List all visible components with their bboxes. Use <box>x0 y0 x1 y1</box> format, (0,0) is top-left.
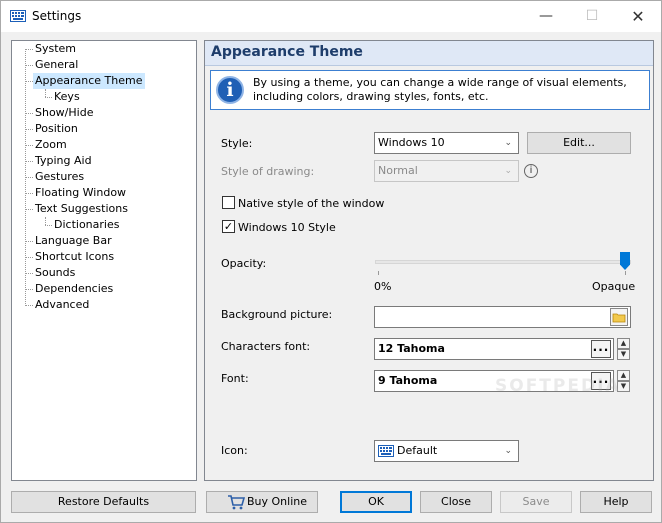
tree-connector <box>25 49 33 50</box>
opacity-max-label: Opaque <box>592 280 636 293</box>
spin-up-icon[interactable]: ▲ <box>617 338 630 349</box>
characters-font-field[interactable]: 12 Tahoma ... <box>374 338 614 360</box>
appearance-theme-panel: Appearance Theme i By using a theme, you… <box>204 40 654 481</box>
tree-connector <box>25 161 33 162</box>
minimize-button[interactable]: — <box>523 1 569 32</box>
restore-defaults-button[interactable]: Restore Defaults <box>11 491 196 513</box>
edit-button[interactable]: Edit... <box>527 132 631 154</box>
tree-item-position[interactable]: Position <box>33 121 80 137</box>
windows10-style-label: Windows 10 Style <box>238 221 336 234</box>
chevron-down-icon: ⌄ <box>504 446 512 456</box>
tree-item-gestures[interactable]: Gestures <box>33 169 86 185</box>
icon-select-value: Default <box>397 444 438 457</box>
panel-header: Appearance Theme <box>205 41 653 66</box>
characters-font-value: 12 Tahoma <box>378 342 445 355</box>
close-button[interactable]: Close <box>420 491 492 513</box>
maximize-button[interactable]: ☐ <box>569 1 615 32</box>
tree-connector <box>45 97 52 98</box>
tree-connector <box>25 257 33 258</box>
tree-item-text-suggestions[interactable]: Text Suggestions <box>33 201 130 217</box>
tree-item-dependencies[interactable]: Dependencies <box>33 281 115 297</box>
tree-item-advanced[interactable]: Advanced <box>33 297 91 313</box>
tree-connector <box>45 89 46 97</box>
keyboard-icon <box>10 10 26 22</box>
window-title: Settings <box>32 9 82 23</box>
tree-connector <box>25 193 33 194</box>
background-picture-field[interactable] <box>374 306 631 328</box>
opacity-slider-track[interactable] <box>375 260 631 264</box>
background-picture-label: Background picture: <box>221 308 333 321</box>
tree-item-shortcut-icons[interactable]: Shortcut Icons <box>33 249 116 265</box>
characters-font-browse-button[interactable]: ... <box>591 340 611 358</box>
tree-connector <box>25 273 33 274</box>
tree-connector <box>45 225 52 226</box>
icon-select[interactable]: Default ⌄ <box>374 440 519 462</box>
style-label: Style: <box>221 137 253 150</box>
characters-font-label: Characters font: <box>221 340 311 353</box>
tree-connector <box>25 145 33 146</box>
settings-window: Settings — ☐ ✕ System General Appearance… <box>0 0 662 523</box>
drawing-style-label: Style of drawing: <box>221 165 315 178</box>
tree-item-general[interactable]: General <box>33 57 80 73</box>
info-box: i By using a theme, you can change a wid… <box>210 70 650 110</box>
tree-connector <box>25 305 33 306</box>
icon-label: Icon: <box>221 444 248 457</box>
tree-item-zoom[interactable]: Zoom <box>33 137 69 153</box>
tree-connector <box>25 241 33 242</box>
help-button[interactable]: Help <box>580 491 652 513</box>
opacity-min-label: 0% <box>374 280 392 293</box>
tree-item-keys[interactable]: Keys <box>52 89 82 105</box>
windows10-style-checkbox[interactable]: ✓ <box>222 220 235 233</box>
info-text: By using a theme, you can change a wide … <box>253 76 627 103</box>
tree-item-show-hide[interactable]: Show/Hide <box>33 105 95 121</box>
native-style-checkbox[interactable] <box>222 196 235 209</box>
tree-connector <box>25 113 33 114</box>
info-icon: i <box>216 76 244 104</box>
tree-item-floating-window[interactable]: Floating Window <box>33 185 128 201</box>
ok-button[interactable]: OK <box>340 491 412 513</box>
tree-item-dictionaries[interactable]: Dictionaries <box>52 217 121 233</box>
tree-connector <box>25 209 33 210</box>
cart-icon <box>228 495 245 510</box>
native-style-label: Native style of the window <box>238 197 385 210</box>
characters-font-spinner[interactable]: ▲ ▼ <box>617 338 630 360</box>
keyboard-icon <box>378 445 394 457</box>
watermark: SOFTPEDIA <box>495 376 621 396</box>
slider-tick <box>625 271 626 275</box>
buy-online-button[interactable]: Buy Online <box>206 491 318 513</box>
info-circle-icon[interactable]: i <box>524 164 538 178</box>
chevron-down-icon: ⌄ <box>504 138 512 148</box>
tree-item-system[interactable]: System <box>33 41 78 57</box>
buy-online-label: Buy Online <box>247 495 308 508</box>
tree-item-sounds[interactable]: Sounds <box>33 265 77 281</box>
tree-connector <box>25 177 33 178</box>
style-select-value: Windows 10 <box>378 136 445 149</box>
drawing-style-select[interactable]: Normal ⌄ <box>374 160 519 182</box>
spin-down-icon[interactable]: ▼ <box>617 349 630 360</box>
slider-tick <box>378 271 379 275</box>
tree-connector <box>25 81 33 82</box>
tree-connector <box>25 289 33 290</box>
opacity-label: Opacity: <box>221 257 267 270</box>
font-value: 9 Tahoma <box>378 374 438 387</box>
folder-icon[interactable] <box>610 308 628 326</box>
style-select[interactable]: Windows 10 ⌄ <box>374 132 519 154</box>
drawing-style-value: Normal <box>378 164 418 177</box>
panel-title: Appearance Theme <box>211 44 363 60</box>
save-button[interactable]: Save <box>500 491 572 513</box>
tree-item-language-bar[interactable]: Language Bar <box>33 233 114 249</box>
tree-item-appearance-theme[interactable]: Appearance Theme <box>33 73 145 89</box>
settings-tree[interactable]: System General Appearance Theme Keys Sho… <box>11 40 197 481</box>
tree-connector <box>25 65 33 66</box>
close-window-button[interactable]: ✕ <box>615 1 661 32</box>
opacity-slider-thumb[interactable] <box>620 252 630 270</box>
chevron-down-icon: ⌄ <box>504 166 512 176</box>
title-bar[interactable]: Settings — ☐ ✕ <box>1 1 661 32</box>
font-label: Font: <box>221 372 249 385</box>
tree-item-typing-aid[interactable]: Typing Aid <box>33 153 94 169</box>
tree-connector <box>45 217 46 225</box>
tree-connector <box>25 129 33 130</box>
